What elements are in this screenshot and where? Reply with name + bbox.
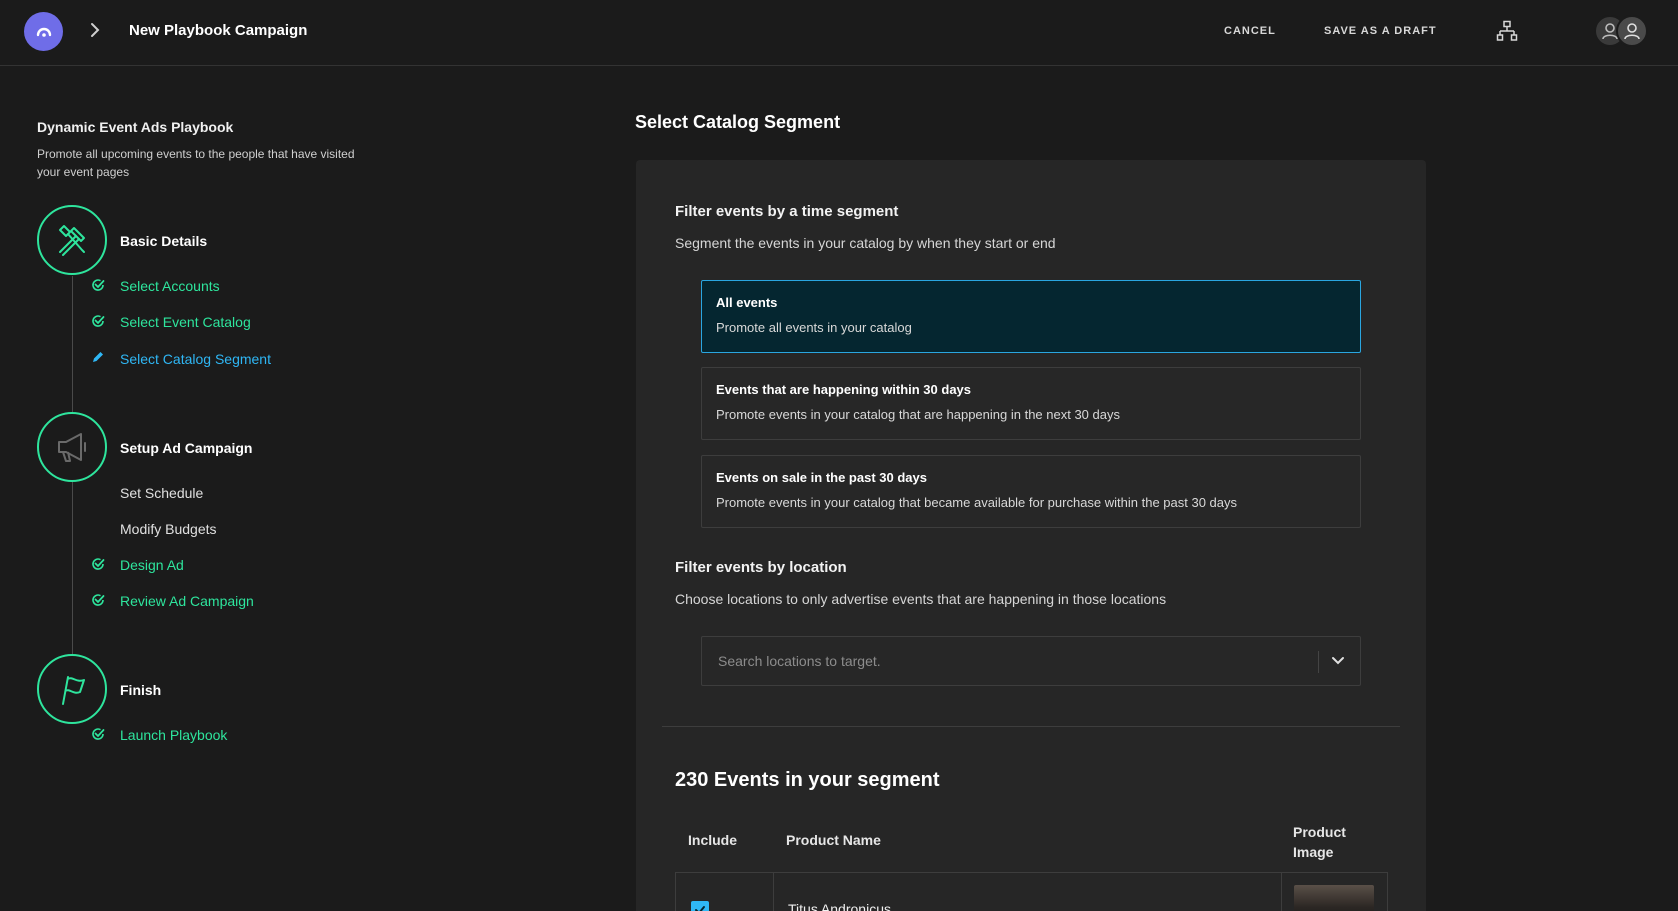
step-item-review-ad-campaign[interactable]: Review Ad Campaign	[120, 593, 254, 609]
location-search[interactable]	[701, 636, 1361, 686]
playbook-title: Dynamic Event Ads Playbook	[37, 119, 234, 135]
check-circle-icon	[92, 594, 105, 606]
include-checkbox[interactable]	[691, 901, 709, 911]
step-title: Basic Details	[120, 233, 208, 249]
step-item-select-accounts[interactable]: Select Accounts	[120, 278, 220, 294]
divider	[1318, 651, 1319, 673]
option-within-30-days[interactable]: Events that are happening within 30 days…	[701, 367, 1361, 440]
avatar[interactable]	[1616, 15, 1648, 47]
step-item-modify-budgets[interactable]: Modify Budgets	[120, 521, 217, 537]
section-title: Select Catalog Segment	[635, 112, 841, 132]
checkmark-icon	[695, 906, 705, 911]
playbook-description: Promote all upcoming events to the peopl…	[37, 147, 355, 179]
check-circle-icon	[92, 279, 105, 291]
stepper-line	[72, 482, 73, 654]
product-image-cell	[1281, 873, 1389, 911]
step-icon-setup-ad-campaign	[37, 412, 107, 482]
check-circle-icon	[92, 558, 105, 570]
include-cell	[676, 873, 774, 911]
step-item-design-ad[interactable]: Design Ad	[120, 557, 184, 573]
megaphone-icon	[58, 433, 86, 462]
check-circle-icon	[92, 315, 105, 327]
step-title: Setup Ad Campaign	[120, 440, 253, 456]
segment-count-title: 230 Events in your segment	[675, 769, 940, 791]
step-icon-finish	[37, 654, 107, 724]
segment-panel	[636, 160, 1426, 911]
column-header-include: Include	[688, 832, 738, 848]
option-title: All events	[716, 295, 778, 310]
column-header-product-image: Product Image	[1293, 824, 1346, 860]
user-avatars[interactable]	[1594, 15, 1650, 48]
step-item-set-schedule[interactable]: Set Schedule	[120, 485, 203, 501]
option-description: Promote events in your catalog that are …	[716, 407, 1120, 422]
product-name: Titus Andronicus	[788, 901, 891, 911]
option-title: Events on sale in the past 30 days	[716, 470, 927, 485]
location-search-input[interactable]	[702, 637, 1312, 685]
product-image	[1294, 885, 1374, 911]
step-icon-basic-details	[37, 205, 107, 275]
time-filter-description: Segment the events in your catalog by wh…	[675, 235, 1056, 251]
chevron-right-icon	[91, 23, 100, 37]
table-row: Titus Andronicus	[675, 872, 1388, 911]
section-divider	[662, 726, 1400, 727]
column-header-product-name: Product Name	[786, 832, 881, 848]
option-description: Promote events in your catalog that beca…	[716, 495, 1238, 510]
logo-icon	[36, 27, 51, 37]
option-title: Events that are happening within 30 days	[716, 382, 972, 397]
step-item-select-catalog-segment[interactable]: Select Catalog Segment	[120, 351, 271, 367]
cancel-button[interactable]: CANCEL	[1224, 25, 1276, 37]
org-chart-icon[interactable]	[1496, 20, 1518, 42]
step-item-launch-playbook[interactable]: Launch Playbook	[120, 727, 227, 743]
location-filter-description: Choose locations to only advertise event…	[675, 591, 1167, 607]
time-filter-title: Filter events by a time segment	[675, 203, 899, 220]
check-circle-icon	[92, 728, 105, 740]
location-filter-title: Filter events by location	[675, 559, 847, 576]
save-draft-button[interactable]: SAVE AS A DRAFT	[1324, 25, 1437, 37]
chevron-down-icon[interactable]	[1330, 655, 1346, 667]
user-icon	[1624, 23, 1640, 40]
step-item-select-event-catalog[interactable]: Select Event Catalog	[120, 314, 251, 330]
pencil-icon	[93, 352, 103, 362]
option-all-events[interactable]: All events Promote all events in your ca…	[701, 280, 1361, 353]
option-description: Promote all events in your catalog	[716, 320, 912, 335]
app-logo[interactable]	[24, 12, 63, 51]
step-title: Finish	[120, 682, 162, 698]
tools-icon	[59, 225, 85, 256]
flag-icon	[62, 676, 85, 705]
page-title: New Playbook Campaign	[129, 22, 308, 39]
stepper-line	[72, 276, 73, 412]
top-bar: New Playbook Campaign CANCEL SAVE AS A D…	[0, 0, 1678, 66]
option-on-sale-past-30-days[interactable]: Events on sale in the past 30 days Promo…	[701, 455, 1361, 528]
